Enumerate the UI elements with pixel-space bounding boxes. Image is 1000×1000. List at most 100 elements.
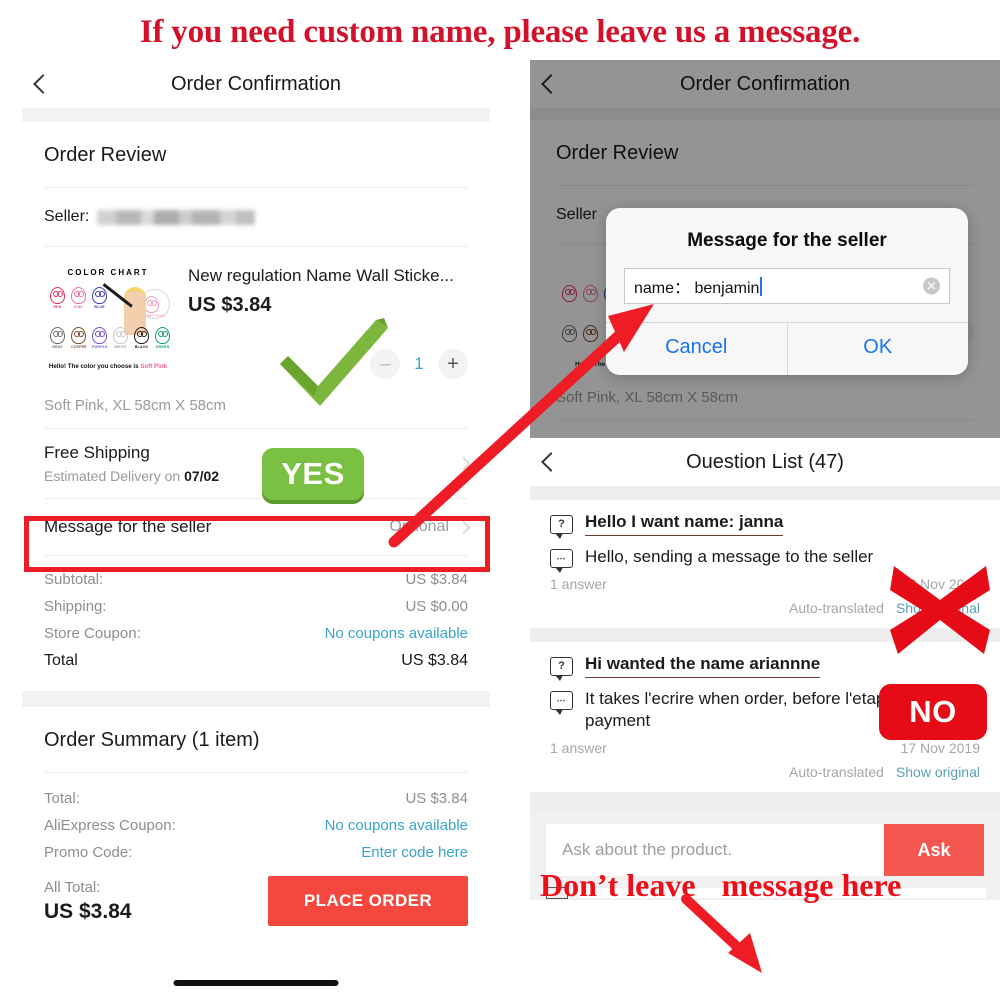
- owl-label: GRAY: [52, 345, 63, 349]
- owl-label: WHITE: [114, 345, 127, 349]
- thumb-footnote-color: Soft Pink: [140, 363, 168, 370]
- summary-line-key: Total:: [44, 790, 80, 808]
- section-gap: [530, 108, 1000, 120]
- question-date: 17 Nov 2019: [900, 740, 980, 757]
- shipping-info: Free Shipping Estimated Delivery on 07/0…: [44, 443, 219, 484]
- chevron-left-icon[interactable]: [33, 74, 53, 94]
- right-order-review-heading: Order Review: [556, 142, 679, 164]
- owl-label: BLACK: [134, 345, 149, 349]
- owl-swatch: BLUE: [92, 287, 107, 309]
- seller-row[interactable]: Seller:: [44, 188, 468, 246]
- store-coupon-link[interactable]: No coupons available: [325, 625, 468, 642]
- left-navbar-title: Order Confirmation: [170, 72, 342, 95]
- home-indicator: [173, 980, 339, 986]
- owl-label: BLUE: [94, 305, 105, 309]
- product-name: New regulation Name Wall Sticke...: [188, 266, 454, 285]
- chevron-left-icon[interactable]: [541, 74, 561, 94]
- total-line-key: Subtotal:: [44, 571, 104, 589]
- all-total-block: All Total: US $3.84: [44, 879, 132, 924]
- clear-circle-icon[interactable]: ✕: [923, 277, 940, 295]
- owl-swatch: BLACK: [134, 327, 149, 349]
- right-seller-label: Seller: [556, 206, 597, 223]
- auto-translated-label: Auto-translated: [788, 600, 884, 617]
- total-line-key: Store Coupon:: [44, 625, 141, 643]
- total-line-value: US $3.84: [405, 571, 468, 589]
- total-row-key: Total: [44, 652, 78, 670]
- thumb-footnote-prefix: Hello! The color you choose is: [48, 363, 141, 370]
- product-thumbnail[interactable]: COLOR CHART RED PINK BLUE SOFT PINK GRAY…: [44, 263, 172, 373]
- red-x-icon: [890, 566, 990, 654]
- total-line-value: US $0.00: [405, 598, 468, 616]
- show-original-link[interactable]: Show original: [896, 764, 980, 780]
- shipping-date: 07/02: [184, 468, 220, 485]
- summary-line[interactable]: AliExpress Coupon: No coupons available: [44, 812, 468, 839]
- red-arrow-icon: [681, 895, 762, 973]
- question-list-title: Ouestion List (47): [686, 450, 844, 473]
- right-navbar: Order Confirmation: [530, 60, 1000, 108]
- total-line-key: Shipping:: [44, 598, 107, 616]
- section-gap: [22, 691, 490, 708]
- total-row-value: US $3.84: [401, 652, 468, 670]
- all-total-bar: All Total: US $3.84 PLACE ORDER: [44, 866, 468, 927]
- owl-label: GREEN: [155, 345, 170, 349]
- left-navbar: Order Confirmation: [22, 60, 490, 108]
- owl-label: PURPLE: [92, 345, 108, 349]
- owl-swatch: PURPLE: [92, 327, 108, 349]
- all-total-label: All Total:: [44, 878, 101, 896]
- summary-line: Total: US $3.84: [44, 785, 468, 812]
- dont-leave-part1: Don’t leave: [540, 866, 696, 903]
- color-chart-title: COLOR CHART: [67, 268, 149, 277]
- owl-swatch: WHITE: [113, 327, 128, 349]
- order-summary-section: Order Summary (1 item) Total: US $3.84 A…: [22, 707, 490, 927]
- shipping-subtitle: Estimated Delivery on 07/02: [44, 468, 219, 484]
- shipping-title: Free Shipping: [44, 443, 150, 463]
- promo-code-link[interactable]: Enter code here: [361, 844, 468, 861]
- red-arrow-icon: [388, 304, 654, 548]
- yes-badge: YES: [262, 448, 364, 500]
- question-text: Hi wanted the name ariannne: [585, 654, 821, 679]
- answer-bubble-icon: ⋯: [550, 691, 573, 716]
- total-line: Shipping: US $0.00: [44, 593, 468, 620]
- summary-line-key: AliExpress Coupon:: [44, 817, 176, 835]
- owl-label: RED: [53, 305, 62, 309]
- owl-label: PINK: [73, 305, 84, 309]
- top-banner-text: If you need custom name, please leave us…: [139, 14, 861, 50]
- owl-swatch: GREEN: [155, 327, 170, 349]
- summary-line[interactable]: Promo Code: Enter code here: [44, 839, 468, 866]
- green-check-icon: [280, 318, 388, 406]
- dialog-title: Message for the seller: [687, 230, 887, 251]
- place-order-button[interactable]: PLACE ORDER: [268, 876, 468, 927]
- answers-count: 1 answer: [550, 740, 607, 757]
- order-review-heading: Order Review: [44, 144, 167, 166]
- owl-swatch: PINK: [71, 287, 86, 309]
- text-caret: [760, 276, 763, 296]
- section-gap: [530, 792, 1000, 811]
- aliexpress-coupon-link[interactable]: No coupons available: [325, 817, 468, 834]
- no-badge: NO: [879, 684, 987, 740]
- order-summary-heading: Order Summary (1 item): [44, 729, 260, 752]
- all-total-value: US $3.84: [44, 899, 132, 923]
- seller-name-redacted: [97, 209, 256, 225]
- owl-swatch: GRAY: [50, 327, 65, 349]
- question-bubble-icon: ?: [550, 657, 573, 682]
- answers-count: 1 answer: [550, 576, 607, 593]
- dialog-ok-button[interactable]: OK: [786, 323, 968, 375]
- answer-bubble-icon: ⋯: [550, 549, 573, 573]
- auto-translated-label: Auto-translated: [788, 764, 884, 781]
- seller-label: Seller:: [44, 208, 90, 225]
- owl-label: SOFT PINK: [144, 314, 165, 318]
- thumb-footnote: Hello! The color you choose is Soft Pink: [49, 363, 167, 370]
- total-row: Total US $3.84: [44, 647, 468, 675]
- shipping-subtitle-prefix: Estimated Delivery on: [44, 468, 185, 485]
- owl-swatch-soft-pink: SOFT PINK: [144, 296, 165, 318]
- summary-line-value: US $3.84: [405, 790, 468, 808]
- owl-swatch: RED: [50, 287, 65, 309]
- summary-lines: Total: US $3.84 AliExpress Coupon: No co…: [44, 773, 468, 866]
- total-line[interactable]: Store Coupon: No coupons available: [44, 620, 468, 647]
- owl-label: COFFEE: [71, 345, 87, 349]
- owl-swatch: COFFEE: [71, 327, 87, 349]
- right-navbar-title: Order Confirmation: [679, 72, 851, 95]
- section-gap: [22, 108, 490, 122]
- translation-row: Auto-translated Show original: [550, 758, 980, 782]
- summary-line-key: Promo Code:: [44, 844, 133, 862]
